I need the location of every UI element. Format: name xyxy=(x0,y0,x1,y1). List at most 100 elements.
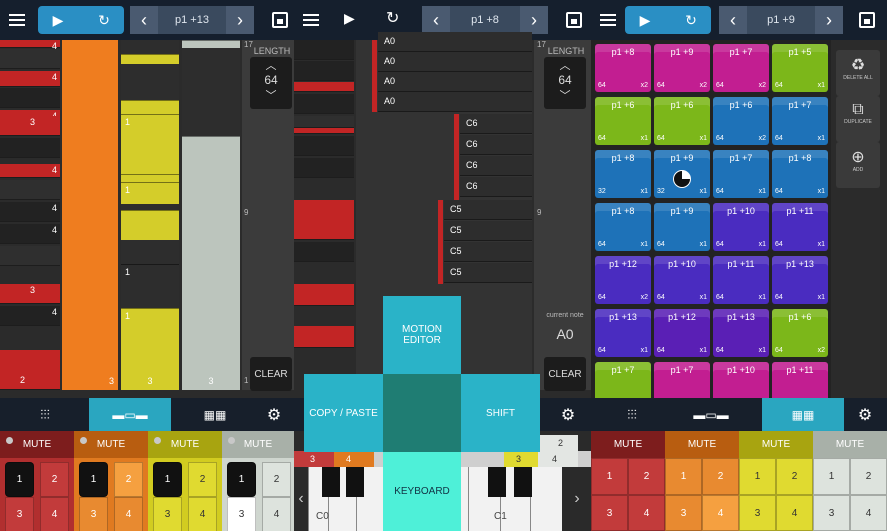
save-icon[interactable] xyxy=(859,12,875,28)
lane-1[interactable]: 3 xyxy=(62,40,118,390)
channel-pad[interactable]: 3 xyxy=(79,497,108,531)
channel-pad[interactable]: 3 xyxy=(665,495,702,531)
lane-step[interactable] xyxy=(121,210,179,240)
pattern-tile[interactable]: p1 +10 64 x1 xyxy=(654,256,710,304)
delete-all-button[interactable]: ♻ DELETE ALL xyxy=(836,50,880,96)
lane-step[interactable] xyxy=(121,100,179,114)
channel-pad[interactable]: 3 xyxy=(813,495,850,531)
note-cell[interactable]: A0 xyxy=(378,32,532,52)
lane-2[interactable]: 1 1 1 1 3 xyxy=(121,40,179,390)
mute-button[interactable]: MUTE xyxy=(74,431,148,458)
note-bar[interactable] xyxy=(438,200,443,284)
key[interactable] xyxy=(294,136,354,156)
channel-pad[interactable]: 1 xyxy=(739,458,776,495)
mute-button[interactable]: MUTE xyxy=(813,431,887,458)
channel-pad[interactable]: 4 xyxy=(262,497,291,531)
play-button[interactable]: ▶ xyxy=(625,6,665,34)
shift-button[interactable]: SHIFT xyxy=(461,374,540,452)
mute-button[interactable]: MUTE xyxy=(739,431,813,458)
channel-pad[interactable]: 2 xyxy=(40,462,69,497)
mute-button[interactable]: MUTE xyxy=(0,431,74,458)
note-bar[interactable] xyxy=(454,114,459,200)
mixer-tab[interactable]: ⫶⫶⫶ xyxy=(607,398,657,431)
lane-3[interactable]: 3 xyxy=(182,40,240,390)
settings-button[interactable]: ⚙ xyxy=(847,398,883,431)
note-cell[interactable]: C5 xyxy=(444,200,532,220)
channel-pad[interactable]: 3 xyxy=(227,497,256,531)
lane-step[interactable] xyxy=(182,40,240,48)
pattern-tile[interactable]: p1 +11 64 x1 xyxy=(772,203,828,251)
channel-pad[interactable]: 4 xyxy=(702,495,739,531)
loop-button[interactable]: ↻ xyxy=(84,6,124,34)
note-cell[interactable]: A0 xyxy=(378,92,532,112)
play-button[interactable]: ▶ xyxy=(38,6,78,34)
channel-pad[interactable]: 2 xyxy=(628,458,665,495)
key[interactable]: 3 xyxy=(0,284,60,304)
black-key[interactable] xyxy=(514,467,532,497)
clear-button[interactable]: CLEAR xyxy=(544,357,586,391)
clear-button[interactable]: CLEAR xyxy=(250,357,292,391)
channel-pad[interactable]: 4 xyxy=(188,497,217,531)
channel-pad[interactable]: 2 xyxy=(702,458,739,495)
channel-pad[interactable]: 1 xyxy=(5,462,34,497)
channel-pad[interactable]: 4 xyxy=(776,495,813,531)
channel-pad[interactable]: 4 xyxy=(114,497,143,531)
mixer-tab[interactable]: ⫶⫶⫶ xyxy=(20,398,70,431)
pattern-tile[interactable]: p1 +9 64 x1 xyxy=(654,203,710,251)
channel-pad[interactable]: 3 xyxy=(591,495,628,531)
key[interactable] xyxy=(294,326,354,348)
key[interactable] xyxy=(294,242,354,262)
play-button[interactable]: ▶ xyxy=(344,10,355,27)
note-cell[interactable]: C6 xyxy=(460,135,532,155)
key[interactable] xyxy=(294,284,354,306)
key[interactable] xyxy=(294,128,354,134)
prev-pattern-button[interactable]: ‹ xyxy=(719,6,747,34)
grid-tab[interactable]: ▦▦ xyxy=(762,398,844,431)
menu-icon[interactable] xyxy=(600,14,616,26)
mute-button[interactable]: MUTE xyxy=(222,431,294,458)
note-cell[interactable]: C5 xyxy=(444,263,532,283)
pattern-tile[interactable]: p1 +6 64 x2 xyxy=(713,97,769,145)
channel-pad[interactable]: 2 xyxy=(262,462,291,497)
lane-step[interactable]: 1 xyxy=(121,264,179,286)
key[interactable] xyxy=(0,138,60,158)
key[interactable] xyxy=(0,246,60,266)
key[interactable] xyxy=(294,61,354,81)
channel-pad[interactable]: 2 xyxy=(188,462,217,497)
lane-step[interactable] xyxy=(121,174,179,182)
key[interactable] xyxy=(294,94,354,114)
channel-pad[interactable]: 2 xyxy=(114,462,143,497)
pattern-tile[interactable]: p1 +7 64 x2 xyxy=(713,44,769,92)
chevron-down-icon[interactable]: ﹀ xyxy=(250,87,292,103)
chevron-up-icon[interactable]: ︿ xyxy=(250,57,292,73)
note-cell[interactable]: C5 xyxy=(444,221,532,241)
chevron-right-icon[interactable]: › xyxy=(570,467,584,531)
key[interactable]: 4 xyxy=(0,224,60,244)
sequencer-tab[interactable]: ▬▭▬ xyxy=(89,398,171,431)
channel-pad[interactable]: 3 xyxy=(5,497,34,531)
pattern-tile[interactable]: p1 +13 64 x1 xyxy=(772,256,828,304)
key[interactable]: 4 xyxy=(0,306,60,326)
next-pattern-button[interactable]: › xyxy=(520,6,548,34)
key[interactable]: 4 xyxy=(0,164,60,178)
chevron-left-icon[interactable]: ‹ xyxy=(294,467,308,531)
channel-pad[interactable]: 1 xyxy=(227,462,256,497)
pattern-tile[interactable]: p1 +7 64 x1 xyxy=(713,150,769,198)
key[interactable] xyxy=(294,158,354,178)
lane-step[interactable]: 1 xyxy=(121,182,179,204)
prev-pattern-button[interactable]: ‹ xyxy=(422,6,450,34)
mute-button[interactable]: MUTE xyxy=(665,431,739,458)
pattern-tile[interactable]: p1 +8 64 x2 xyxy=(595,44,651,92)
next-pattern-button[interactable]: › xyxy=(815,6,843,34)
note-cell[interactable]: C6 xyxy=(460,156,532,176)
key[interactable]: 4 xyxy=(0,71,60,87)
pattern-tile[interactable]: p1 +6 64 x1 xyxy=(595,97,651,145)
pattern-tile[interactable]: p1 +8 32 x1 xyxy=(595,150,651,198)
channel-pad[interactable]: 3 xyxy=(153,497,182,531)
key[interactable]: 3 xyxy=(0,116,60,136)
sequencer-tab[interactable]: ▬▭▬ xyxy=(681,398,741,431)
menu-icon[interactable] xyxy=(9,14,25,26)
key[interactable]: 4 xyxy=(0,40,60,51)
key[interactable]: 4 xyxy=(0,202,60,222)
length-stepper[interactable]: ︿ 64 ﹀ xyxy=(544,57,586,109)
